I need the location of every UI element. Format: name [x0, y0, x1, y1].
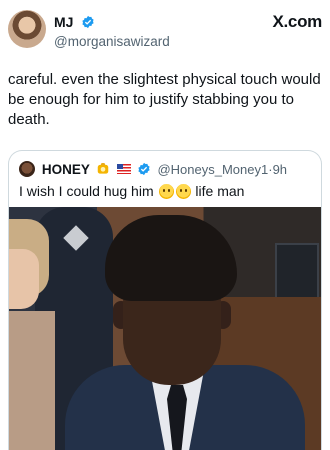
quoted-timestamp[interactable]: 9h — [273, 162, 287, 177]
post-text: careful. even the slightest physical tou… — [8, 71, 321, 128]
verified-badge-icon — [82, 15, 94, 28]
quoted-author-avatar[interactable] — [19, 161, 35, 178]
author-handle[interactable]: @morganisawizard — [54, 34, 170, 49]
us-flag-icon — [116, 164, 131, 175]
gold-badge-icon — [97, 163, 109, 174]
quoted-post-photo[interactable] — [9, 207, 321, 450]
author-display-name[interactable]: MJ — [54, 14, 73, 30]
author-avatar[interactable] — [8, 10, 46, 48]
photo-woman-face — [9, 249, 39, 309]
verified-badge-icon — [137, 163, 150, 176]
post-header: MJ @morganisawizard X.com — [8, 10, 322, 50]
photo-crying-person — [65, 215, 305, 450]
photo-hair — [105, 215, 237, 301]
quoted-post[interactable]: HONEY @Honeys_Money1·9h I wish I could h… — [8, 150, 322, 450]
quoted-text-before: I wish I could hug him — [19, 183, 154, 199]
quoted-author-handle[interactable]: @Honeys_Money1 — [157, 162, 268, 177]
source-label: X.com — [272, 12, 322, 31]
pleading-face-icon — [158, 184, 174, 199]
author-names: MJ @morganisawizard — [54, 13, 170, 49]
quoted-post-text: I wish I could hug him life man — [19, 183, 244, 199]
quoted-author-name[interactable]: HONEY — [42, 162, 90, 177]
quoted-text-after: life man — [195, 183, 245, 199]
pleading-face-icon — [175, 184, 191, 199]
quoted-post-header: HONEY @Honeys_Money1·9h — [19, 160, 315, 178]
photo-woman-body — [9, 311, 55, 450]
photo-woman-figure — [9, 219, 55, 450]
